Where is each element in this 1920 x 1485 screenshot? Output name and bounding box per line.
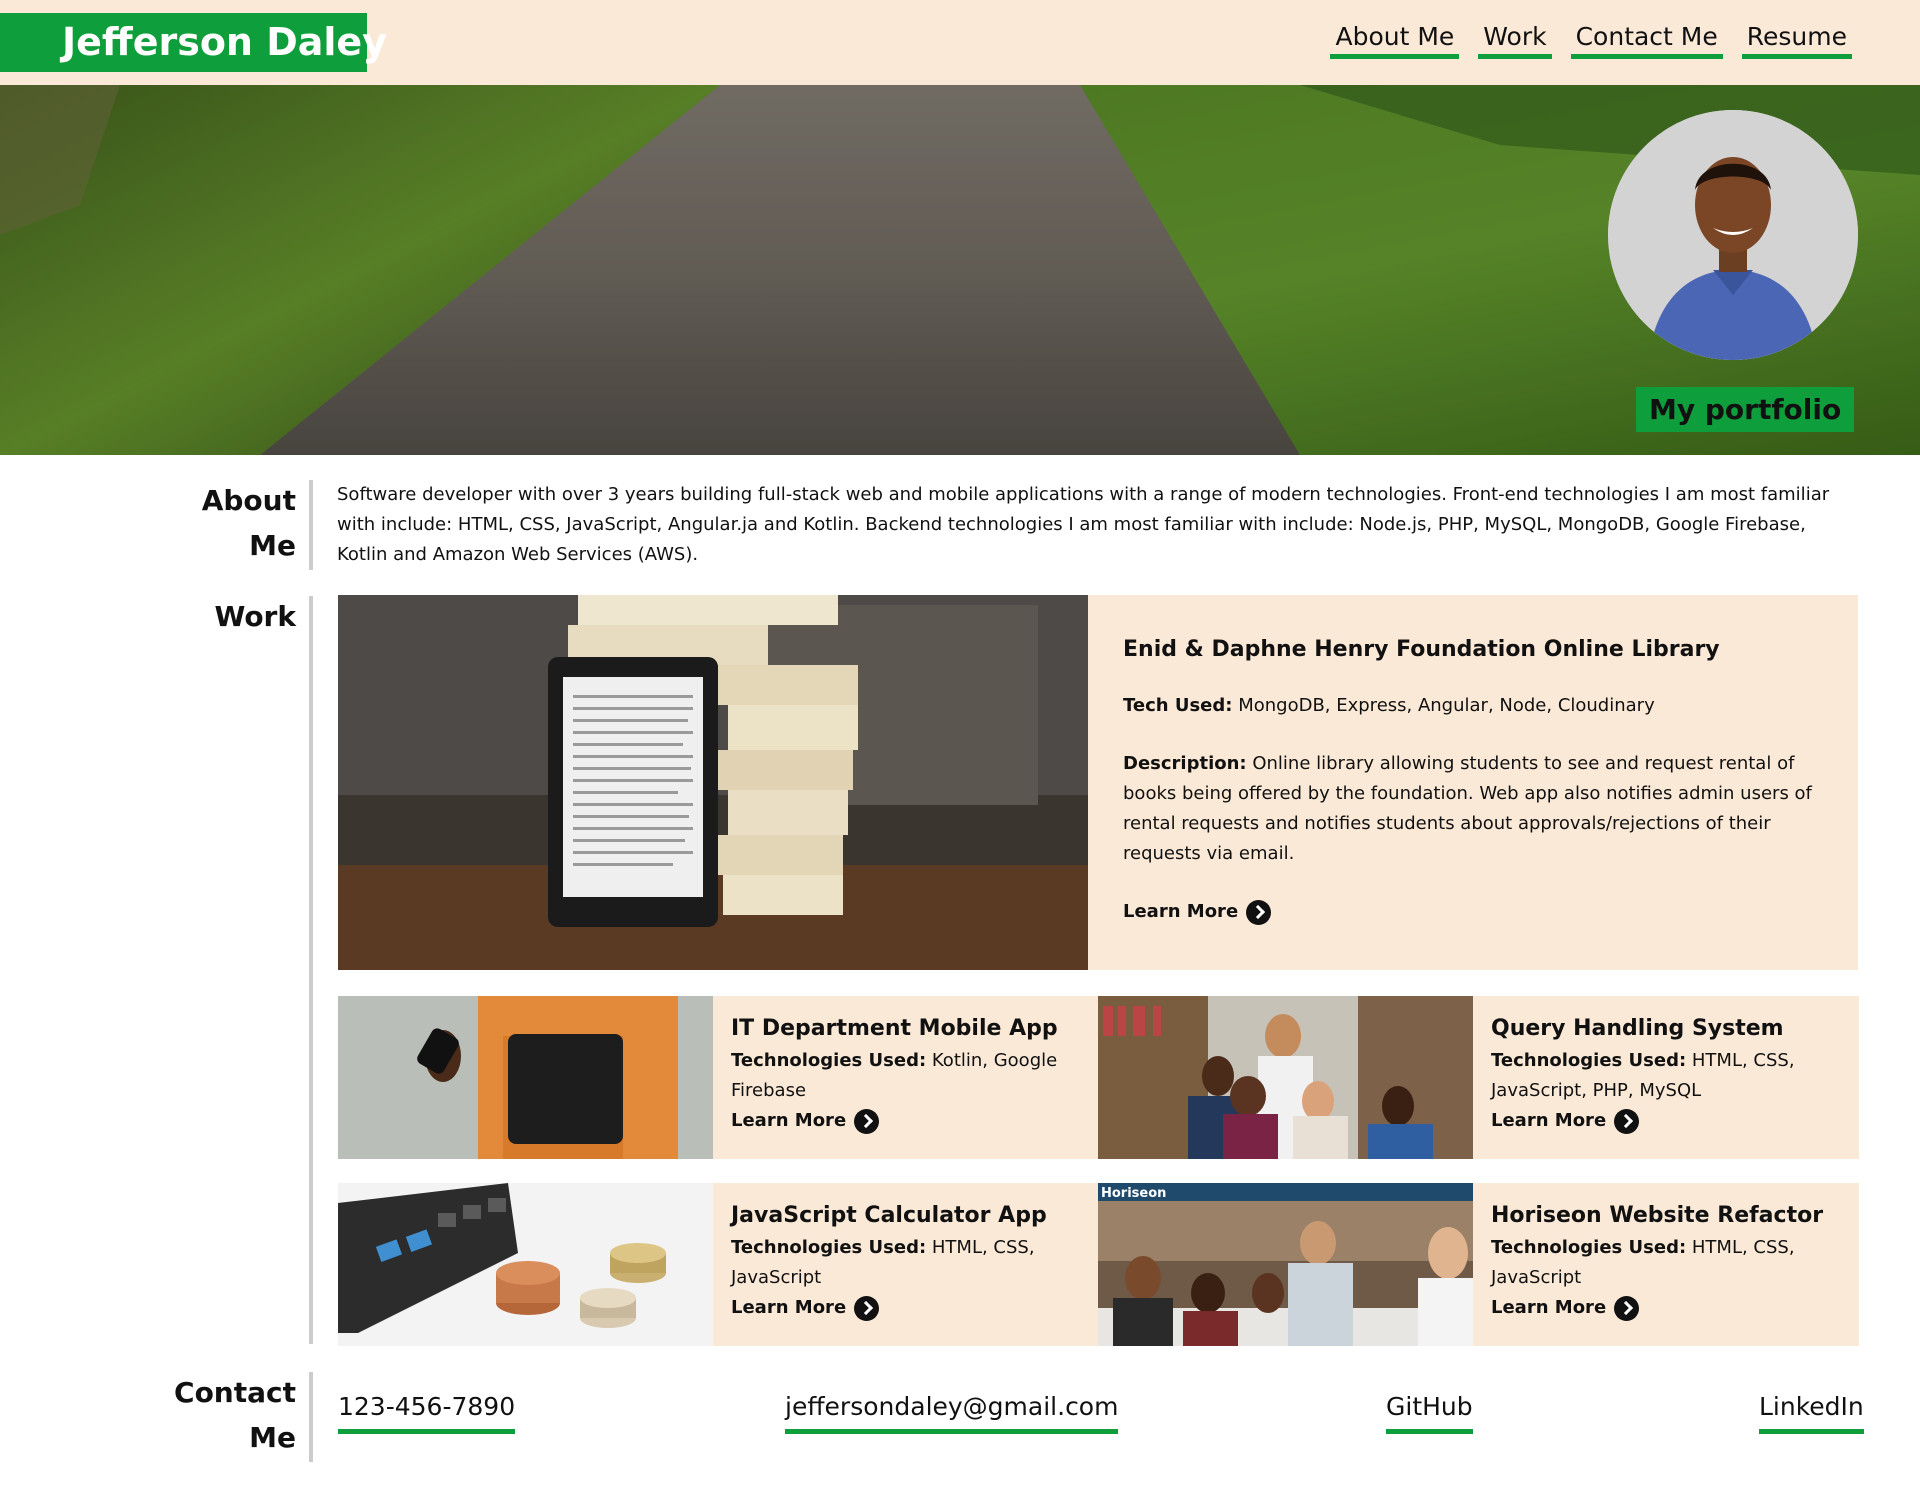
brand-title[interactable]: Jefferson Daley bbox=[0, 13, 387, 72]
tech-label: Technologies Used: bbox=[1491, 1237, 1687, 1258]
project-title: Horiseon Website Refactor bbox=[1491, 1203, 1824, 1228]
nav-resume[interactable]: Resume bbox=[1741, 22, 1852, 59]
about-text: Software developer with over 3 years bui… bbox=[337, 484, 1830, 565]
nav-contact-me[interactable]: Contact Me bbox=[1570, 22, 1723, 59]
work-divider bbox=[309, 596, 313, 1344]
project-card-it-mobile-app: IT Department Mobile App Technologies Us… bbox=[338, 996, 1099, 1159]
project-details: IT Department Mobile App Technologies Us… bbox=[731, 1012, 1081, 1136]
nav-work[interactable]: Work bbox=[1478, 22, 1552, 59]
featured-project-image bbox=[338, 595, 1088, 970]
learn-more-label: Learn More bbox=[1123, 901, 1239, 922]
project-tech: Technologies Used: HTML, CSS, JavaScript… bbox=[1491, 1046, 1841, 1106]
learn-more-link[interactable]: Learn More bbox=[1491, 1293, 1640, 1323]
project-tech: Technologies Used: Kotlin, Google Fireba… bbox=[731, 1046, 1081, 1106]
project-image-team-at-table: Horiseon bbox=[1098, 1183, 1473, 1346]
learn-more-label: Learn More bbox=[731, 1110, 847, 1131]
project-card-query-handling: Query Handling System Technologies Used:… bbox=[1098, 996, 1859, 1159]
about-heading-line1: About bbox=[201, 484, 296, 517]
project-image-person-with-phone bbox=[338, 996, 713, 1159]
chevron-right-icon bbox=[854, 1108, 880, 1134]
about-divider bbox=[309, 480, 313, 570]
contact-phone-link[interactable]: 123-456-7890 bbox=[338, 1392, 516, 1434]
tech-label: Technologies Used: bbox=[731, 1237, 927, 1258]
learn-more-label: Learn More bbox=[731, 1297, 847, 1318]
project-image-calculator-and-coins bbox=[338, 1183, 713, 1346]
learn-more-link[interactable]: Learn More bbox=[731, 1293, 880, 1323]
project-image-students-high-five bbox=[1098, 996, 1473, 1159]
nav-about-me[interactable]: About Me bbox=[1330, 22, 1460, 59]
project-details: JavaScript Calculator App Technologies U… bbox=[731, 1199, 1081, 1323]
project-title: JavaScript Calculator App bbox=[731, 1203, 1047, 1228]
about-heading-line2: Me bbox=[249, 529, 296, 562]
about-heading: About Me bbox=[202, 478, 296, 568]
chevron-right-icon bbox=[854, 1295, 880, 1321]
learn-more-label: Learn More bbox=[1491, 1110, 1607, 1131]
featured-project-tech: Tech Used: MongoDB, Express, Angular, No… bbox=[1123, 691, 1823, 721]
site-header: Jefferson Daley About Me Work Contact Me… bbox=[0, 0, 1920, 85]
hero-banner: My portfolio bbox=[0, 85, 1920, 455]
main-nav: About Me Work Contact Me Resume bbox=[1311, 22, 1852, 59]
contact-github-link[interactable]: GitHub bbox=[1386, 1392, 1473, 1434]
avatar bbox=[1608, 110, 1858, 360]
description-label: Description: bbox=[1123, 753, 1247, 774]
featured-learn-more-link[interactable]: Learn More bbox=[1123, 897, 1272, 927]
project-card-horiseon-refactor: Horiseon Horiseon Website Refactor Techn… bbox=[1098, 1183, 1859, 1346]
project-title: Query Handling System bbox=[1491, 1016, 1784, 1041]
featured-project-description: Description: Online library allowing stu… bbox=[1123, 749, 1823, 869]
chevron-right-icon bbox=[1246, 899, 1272, 925]
tech-value: MongoDB, Express, Angular, Node, Cloudin… bbox=[1232, 695, 1655, 716]
project-tech: Technologies Used: HTML, CSS, JavaScript bbox=[731, 1233, 1081, 1293]
project-tech: Technologies Used: HTML, CSS, JavaScript bbox=[1491, 1233, 1841, 1293]
contact-linkedin-link[interactable]: LinkedIn bbox=[1759, 1392, 1864, 1434]
learn-more-link[interactable]: Learn More bbox=[1491, 1106, 1640, 1136]
tech-label: Tech Used: bbox=[1123, 695, 1233, 716]
project-card-js-calculator: JavaScript Calculator App Technologies U… bbox=[338, 1183, 1099, 1346]
portfolio-tagline: My portfolio bbox=[1636, 387, 1855, 432]
contact-email-link[interactable]: jeffersondaley@gmail.com bbox=[785, 1392, 1119, 1434]
contact-heading: Contact Me bbox=[174, 1370, 296, 1460]
featured-project: Enid & Daphne Henry Foundation Online Li… bbox=[338, 595, 1858, 970]
featured-project-title: Enid & Daphne Henry Foundation Online Li… bbox=[1123, 637, 1720, 662]
contact-heading-line1: Contact bbox=[174, 1376, 296, 1409]
horiseon-image-caption: Horiseon bbox=[1101, 1186, 1166, 1201]
project-details: Query Handling System Technologies Used:… bbox=[1491, 1012, 1841, 1136]
project-title: IT Department Mobile App bbox=[731, 1016, 1058, 1041]
contact-heading-line2: Me bbox=[249, 1421, 296, 1454]
featured-project-details: Enid & Daphne Henry Foundation Online Li… bbox=[1123, 635, 1823, 927]
work-heading: Work bbox=[214, 600, 296, 633]
tech-label: Technologies Used: bbox=[731, 1050, 927, 1071]
contact-divider bbox=[309, 1372, 313, 1462]
chevron-right-icon bbox=[1614, 1295, 1640, 1321]
chevron-right-icon bbox=[1614, 1108, 1640, 1134]
project-details: Horiseon Website Refactor Technologies U… bbox=[1491, 1199, 1841, 1323]
learn-more-label: Learn More bbox=[1491, 1297, 1607, 1318]
tech-label: Technologies Used: bbox=[1491, 1050, 1687, 1071]
learn-more-link[interactable]: Learn More bbox=[731, 1106, 880, 1136]
